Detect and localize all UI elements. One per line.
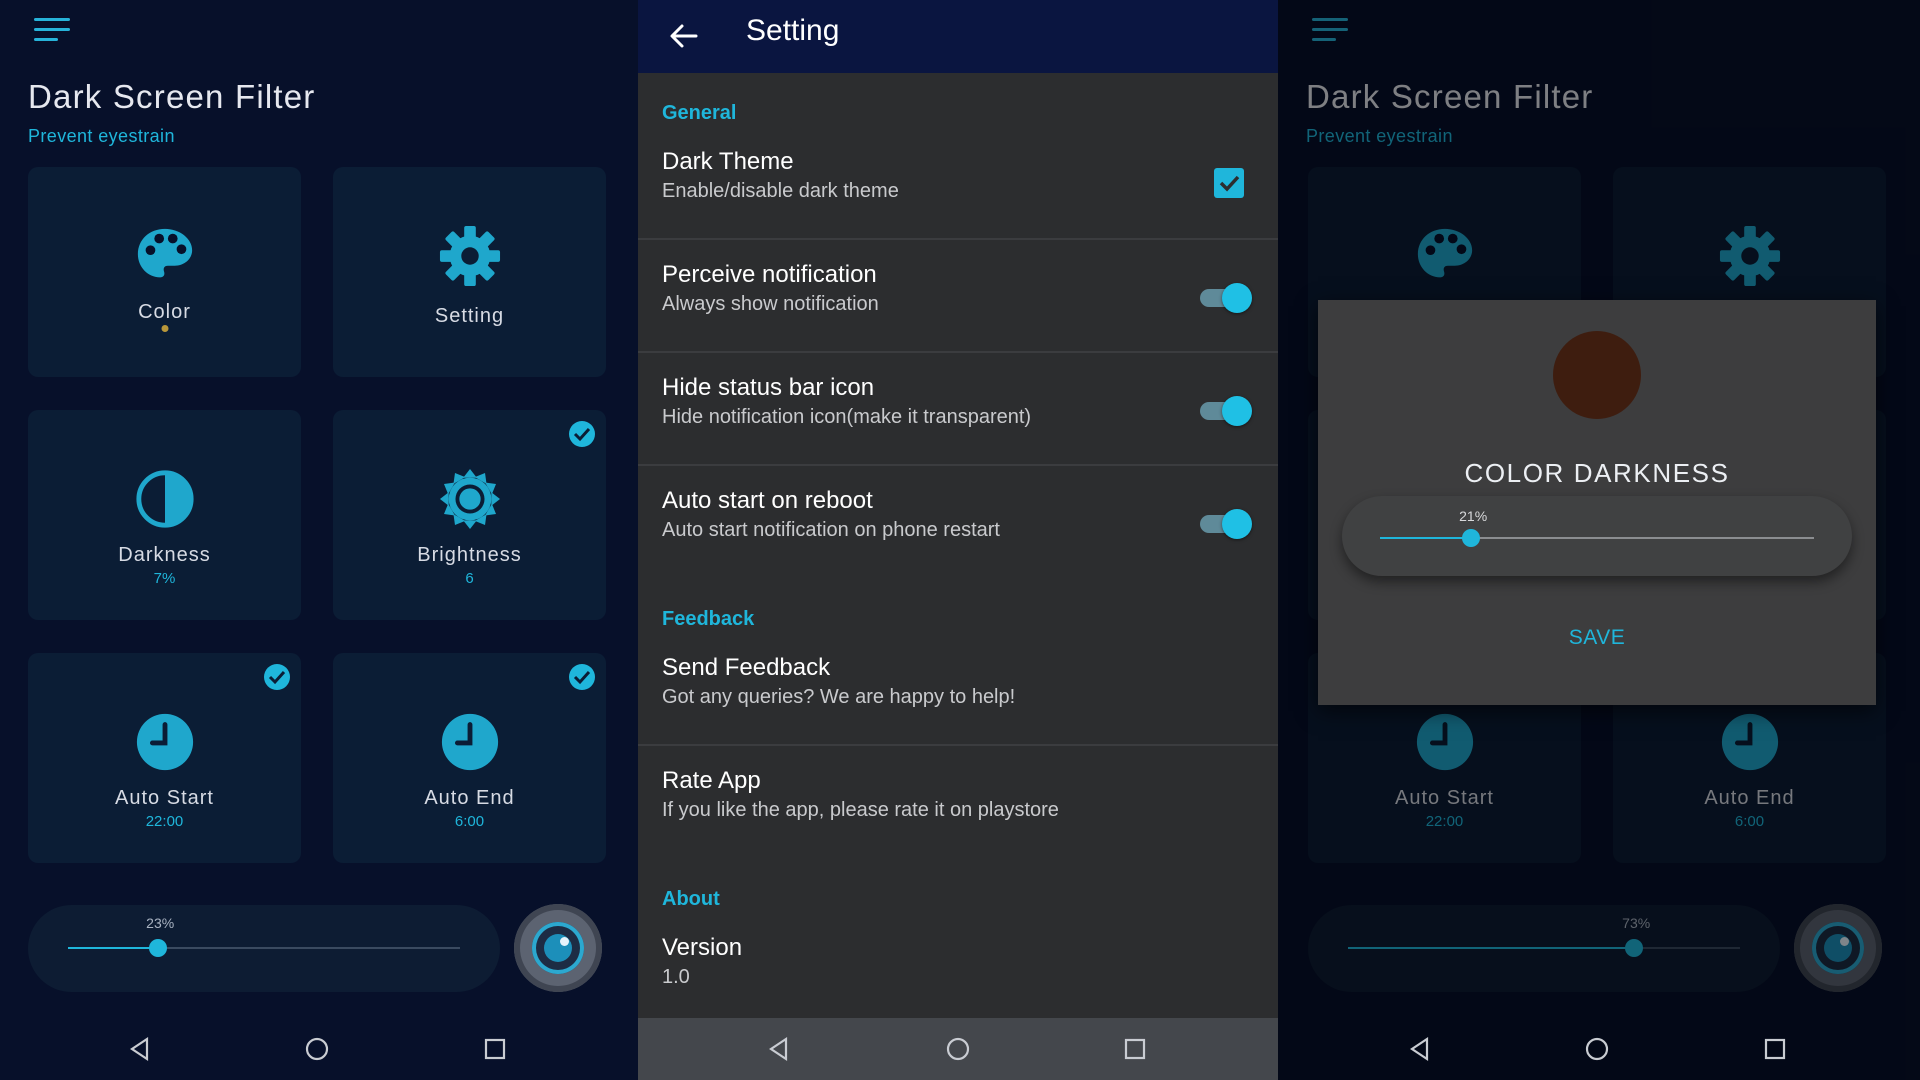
settings-app-bar: Setting — [638, 0, 1278, 73]
nav-back-icon[interactable] — [764, 1034, 794, 1064]
setting-title: Dark Theme — [662, 148, 794, 175]
contrast-icon — [135, 470, 194, 528]
check-circle-icon — [264, 664, 290, 690]
page-title: Setting — [746, 14, 840, 47]
tile-value: 22:00 — [145, 813, 184, 830]
tile-auto-start[interactable]: Auto Start 22:00 — [28, 653, 301, 863]
color-swatch — [1553, 331, 1641, 419]
setting-subtitle: Always show notification — [662, 293, 879, 315]
tile-value: 6 — [465, 570, 474, 587]
clock-icon — [136, 713, 193, 771]
tile-label: Auto End — [424, 787, 515, 809]
setting-title: Perceive notification — [662, 261, 877, 288]
menu-icon[interactable] — [34, 18, 70, 42]
system-nav-bar — [638, 1018, 1278, 1080]
gear-icon — [439, 225, 500, 287]
filter-toggle-button[interactable] — [514, 904, 602, 992]
tile-label: Color — [138, 301, 191, 323]
setting-row-dark-theme[interactable]: Dark Theme Enable/disable dark theme — [638, 128, 1278, 240]
tile-auto-end[interactable]: Auto End 6:00 — [333, 653, 606, 863]
setting-subtitle: If you like the app, please rate it on p… — [662, 799, 1059, 821]
slider-thumb[interactable] — [1462, 529, 1481, 547]
tile-label: Auto Start — [115, 787, 214, 809]
nav-home-icon[interactable] — [1582, 1034, 1612, 1064]
back-arrow-icon[interactable] — [664, 16, 704, 56]
dialog-title: COLOR DARKNESS — [1464, 458, 1730, 488]
setting-title: Rate App — [662, 767, 761, 794]
tile-darkness[interactable]: Darkness 7% — [28, 410, 301, 620]
version-value: 1.0 — [662, 966, 690, 988]
slider-thumb[interactable] — [149, 939, 168, 957]
nav-back-icon[interactable] — [125, 1034, 155, 1064]
setting-title: Hide status bar icon — [662, 374, 875, 401]
setting-subtitle: Auto start notification on phone restart — [662, 519, 1000, 541]
check-circle-icon — [569, 421, 595, 447]
color-indicator-dot — [161, 325, 168, 332]
tile-label: Setting — [434, 305, 505, 327]
system-nav-bar — [1278, 1018, 1920, 1080]
hide-status-bar-icon-toggle[interactable] — [1200, 396, 1252, 426]
tile-brightness[interactable]: Brightness 6 — [333, 410, 606, 620]
save-button[interactable]: SAVE — [1318, 626, 1876, 650]
section-header-about: About — [662, 888, 720, 910]
nav-recents-icon[interactable] — [480, 1034, 510, 1064]
auto-start-on-reboot-toggle[interactable] — [1200, 509, 1252, 539]
filter-intensity-slider[interactable]: 23% — [28, 905, 500, 992]
setting-row-send-feedback[interactable]: Send Feedback Got any queries? We are ha… — [638, 634, 1278, 746]
setting-title: Version — [662, 934, 743, 961]
setting-row-hide-status-bar-icon[interactable]: Hide status bar icon Hide notification i… — [638, 354, 1278, 466]
color-darkness-dialog: COLOR DARKNESS 21% SAVE — [1318, 300, 1876, 705]
slider-percent: 21% — [1459, 508, 1488, 524]
slider-track[interactable] — [1380, 529, 1814, 547]
tile-value: 7% — [153, 570, 176, 587]
section-header-general: General — [662, 102, 737, 124]
app-title: Dark Screen Filter — [28, 78, 316, 115]
clock-icon — [441, 713, 498, 771]
section-header-feedback: Feedback — [662, 608, 755, 630]
setting-row-auto-start-on-reboot[interactable]: Auto start on reboot Auto start notifica… — [638, 467, 1278, 579]
nav-home-icon[interactable] — [943, 1034, 973, 1064]
setting-subtitle: Got any queries? We are happy to help! — [662, 686, 1016, 708]
slider-percent: 23% — [146, 915, 175, 931]
slider-fill — [68, 947, 159, 949]
settings-screen: Setting General Dark Theme Enable/disabl… — [638, 0, 1278, 1080]
tile-setting[interactable]: Setting — [333, 167, 606, 377]
color-darkness-screen: Dark Screen Filter Prevent eyestrain Aut… — [1278, 0, 1920, 1080]
setting-subtitle: Hide notification icon(make it transpare… — [662, 406, 1032, 428]
tile-color[interactable]: Color — [28, 167, 301, 377]
setting-row-version: Version 1.0 — [638, 914, 1278, 1014]
check-circle-icon — [569, 664, 595, 690]
palette-icon — [137, 228, 192, 278]
app-subtitle: Prevent eyestrain — [28, 126, 175, 146]
brightness-icon — [439, 468, 500, 530]
home-screen: Dark Screen Filter Prevent eyestrain Col… — [0, 0, 638, 1080]
nav-back-icon[interactable] — [1405, 1034, 1435, 1064]
nav-home-icon[interactable] — [302, 1034, 332, 1064]
tile-label: Brightness — [417, 544, 522, 566]
setting-row-rate-app[interactable]: Rate App If you like the app, please rat… — [638, 747, 1278, 859]
nav-recents-icon[interactable] — [1760, 1034, 1790, 1064]
setting-title: Auto start on reboot — [662, 487, 873, 514]
setting-subtitle: Enable/disable dark theme — [662, 180, 899, 202]
setting-row-perceive-notification[interactable]: Perceive notification Always show notifi… — [638, 241, 1278, 353]
tile-value: 6:00 — [454, 813, 485, 830]
system-nav-bar — [0, 1018, 638, 1080]
tile-label: Darkness — [118, 544, 211, 566]
dark-theme-checkbox[interactable] — [1214, 168, 1244, 198]
slider-fill — [1380, 537, 1472, 539]
color-darkness-slider[interactable]: 21% — [1342, 496, 1852, 576]
slider-track[interactable] — [68, 939, 460, 957]
perceive-notification-toggle[interactable] — [1200, 283, 1252, 313]
nav-recents-icon[interactable] — [1120, 1034, 1150, 1064]
setting-title: Send Feedback — [662, 654, 831, 681]
